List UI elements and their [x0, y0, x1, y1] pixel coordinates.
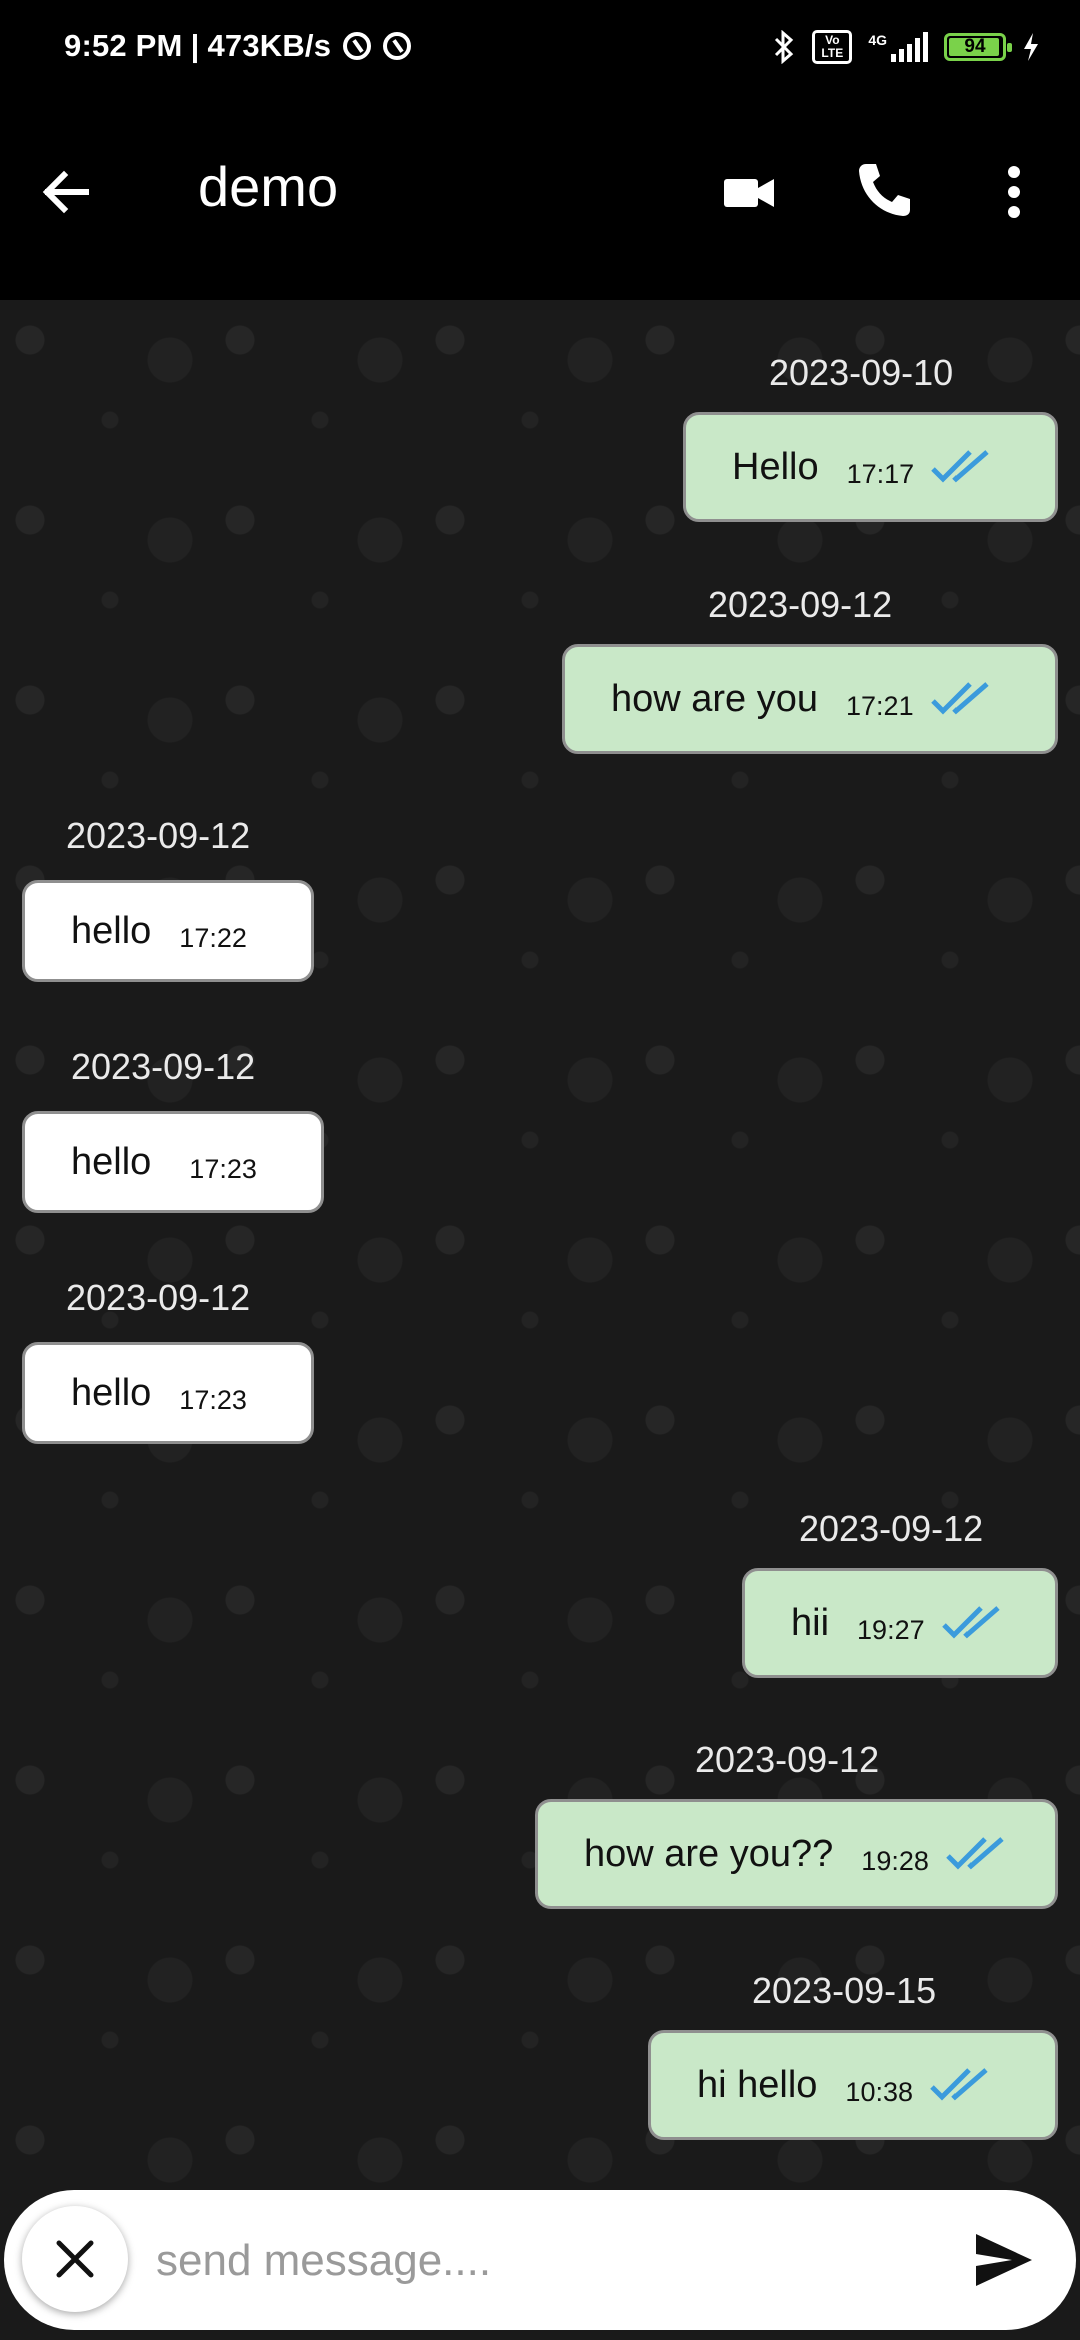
video-call-icon[interactable] [720, 162, 780, 222]
date-label: 2023-09-12 [695, 1739, 880, 1780]
network-speed: 473KB/s [207, 28, 332, 63]
message-time: 10:38 [845, 2076, 913, 2107]
double-check-icon [941, 1606, 1000, 1639]
battery-icon: 94 [944, 33, 1012, 61]
more-vert-icon[interactable] [996, 160, 1032, 224]
chat-background[interactable]: 2023-09-10 Hello 17:17 2023-09-12 how ar… [0, 300, 1080, 2190]
message-input[interactable] [154, 2220, 938, 2302]
date-label: 2023-09-12 [66, 815, 251, 856]
message-bubble-received[interactable]: hello 17:22 [22, 880, 314, 982]
status-right: Vo LTE 4G 94 [772, 30, 1040, 64]
date-label: 2023-09-12 [708, 584, 893, 625]
message-text: Hello [732, 445, 819, 488]
message-time: 17:21 [846, 690, 914, 721]
message-bubble-sent[interactable]: how are you?? 19:28 [535, 1799, 1058, 1909]
app-bar: demo [0, 100, 1080, 300]
date-label: 2023-09-12 [799, 1508, 984, 1549]
back-arrow-icon[interactable] [36, 162, 96, 222]
double-check-icon [930, 682, 989, 715]
message-bubble-sent[interactable]: how are you 17:21 [562, 644, 1058, 754]
battery-level: 94 [964, 36, 986, 57]
bluetooth-icon [775, 30, 794, 64]
notification-icon [383, 32, 412, 60]
status-separator: | [190, 28, 200, 63]
message-bubble-sent[interactable]: Hello 17:17 [683, 412, 1058, 522]
message-text: hello [71, 1140, 152, 1183]
date-label: 2023-09-12 [71, 1046, 256, 1087]
close-icon [56, 2240, 94, 2278]
message-time: 17:22 [179, 922, 247, 953]
message-text: how are you [611, 677, 819, 720]
volte-indicator: Vo LTE [812, 30, 853, 64]
double-check-icon [930, 2068, 988, 2101]
notification-icon [343, 32, 372, 60]
message-time: 19:27 [857, 1614, 925, 1645]
message-text: hello [71, 1371, 152, 1414]
message-text: hii [791, 1601, 830, 1644]
date-label: 2023-09-15 [752, 1970, 937, 2011]
message-bubble-received[interactable]: hello 17:23 [22, 1342, 314, 1444]
close-button[interactable] [22, 2206, 128, 2312]
message-time: 17:17 [846, 458, 915, 489]
message-bubble-sent[interactable]: hii 19:27 [742, 1568, 1058, 1678]
composer-bar [0, 2190, 1080, 2340]
date-label: 2023-09-12 [66, 1277, 251, 1318]
message-text: hello [71, 909, 152, 952]
date-label: 2023-09-10 [769, 352, 954, 393]
message-time: 17:23 [189, 1153, 257, 1184]
message-bubble-received[interactable]: hello 17:23 [22, 1111, 324, 1213]
message-text: how are you?? [584, 1832, 834, 1875]
composer-pill [4, 2190, 1076, 2330]
message-time: 19:28 [861, 1845, 929, 1876]
network-type: 4G [868, 32, 887, 48]
chat-title[interactable]: demo [198, 154, 338, 219]
status-left: 9:52 PM | 473KB/s [64, 28, 412, 64]
double-check-icon [946, 1837, 1004, 1870]
cellular-signal: 4G [868, 32, 928, 62]
status-bar: 9:52 PM | 473KB/s Vo LTE 4G 94 [0, 0, 1080, 100]
double-check-icon [931, 450, 989, 483]
phone-icon[interactable] [852, 158, 912, 222]
message-time: 17:23 [179, 1384, 247, 1415]
charging-icon [1024, 33, 1038, 61]
status-time: 9:52 PM [64, 28, 183, 63]
send-icon[interactable] [972, 2230, 1036, 2290]
message-bubble-sent[interactable]: hi hello 10:38 [648, 2030, 1058, 2140]
message-text: hi hello [697, 2063, 818, 2106]
signal-bars-icon [891, 32, 928, 62]
